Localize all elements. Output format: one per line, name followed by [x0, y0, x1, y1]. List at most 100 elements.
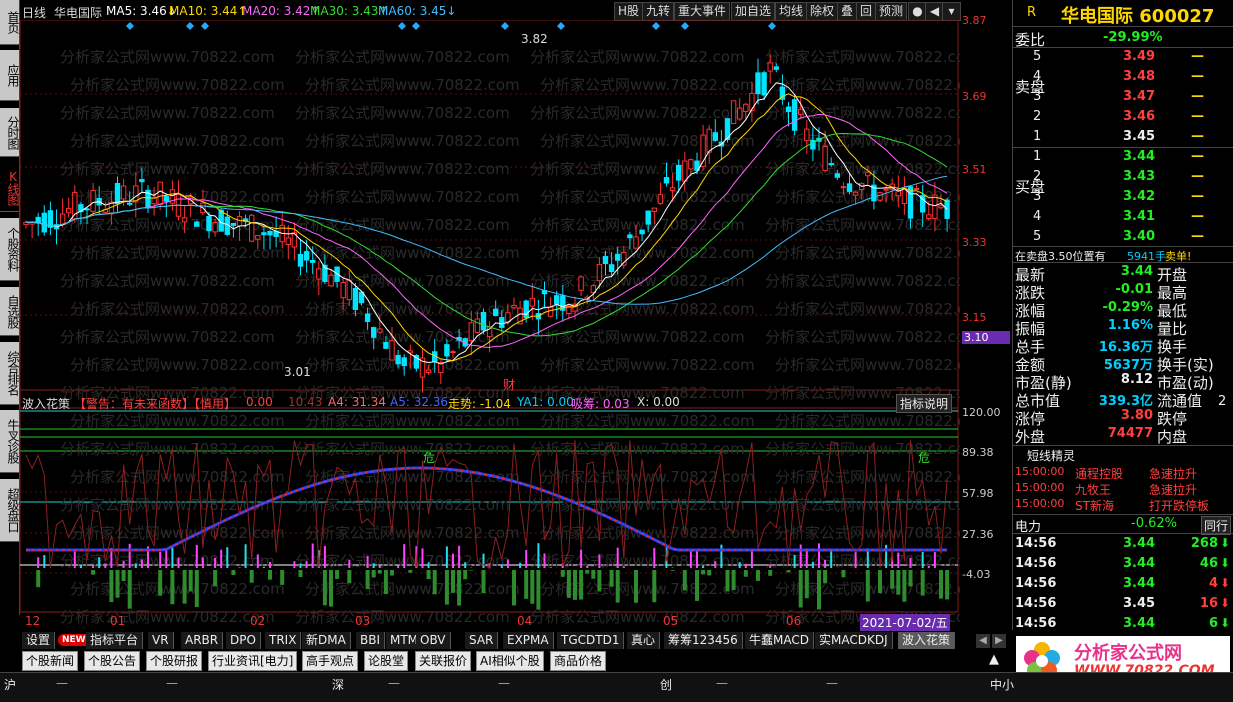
collapse-up-icon[interactable]: ▲ — [985, 652, 1003, 668]
indicator-tab[interactable]: 实MACDKDJ — [815, 632, 893, 649]
indicator-help-button[interactable]: 指标说明 — [896, 394, 953, 413]
back-button[interactable]: 回 — [856, 2, 877, 21]
candle-body — [578, 276, 584, 291]
indicator-bar-negative — [432, 570, 437, 595]
news-tab[interactable]: 个股公告 — [84, 651, 141, 671]
sh-index-label[interactable]: 沪 — [4, 676, 16, 693]
scroll-right-icon[interactable]: ▶ — [992, 634, 1006, 648]
indicator-bar-negative — [335, 570, 340, 579]
indicator-bar-negative — [597, 570, 602, 592]
indicator-tab[interactable]: 新DMA — [302, 632, 351, 649]
indicator-tab[interactable]: TRIX — [265, 632, 302, 649]
indicator-tab[interactable]: EXPMA — [503, 632, 554, 649]
watermark: 分析家公式网www.70822.com — [305, 524, 520, 542]
watermark: 分析家公式网www.70822.com — [70, 76, 285, 94]
hk-share-button[interactable]: H股 — [614, 2, 644, 21]
tab-watchlist[interactable]: 自选股 — [0, 287, 20, 336]
candle-body — [352, 287, 359, 310]
buy-volume: — — [1191, 189, 1204, 204]
logo-title: 分析家公式网 — [1074, 643, 1182, 664]
tab-kline[interactable]: K线图 — [0, 163, 20, 212]
buy-level: 4 — [1033, 209, 1042, 224]
forecast-button[interactable]: 预测 — [875, 2, 908, 21]
signal-diamond-icon — [681, 22, 689, 30]
indicator-tab[interactable]: 牛蠢MACD — [745, 632, 814, 649]
news-tab[interactable]: 论股堂 — [364, 651, 409, 671]
zxb-index-label[interactable]: 中小 — [990, 676, 1014, 693]
kline-chart[interactable]: 分析家公式网www.70822.com 分析家公式网www.70822.com 分析… — [20, 20, 960, 632]
ma60-value: MA60: 3.45↓ — [378, 4, 457, 18]
sprite-stock[interactable]: ST新海 — [1075, 497, 1114, 514]
indicator-tab[interactable]: SAR — [465, 632, 499, 649]
candle-body — [663, 177, 670, 184]
tab-app[interactable]: 应用 — [0, 50, 20, 101]
sz-index-label[interactable]: 深 — [332, 676, 344, 693]
chevron-down-icon[interactable]: ▾ — [942, 2, 961, 21]
scroll-left-icon[interactable]: ◀ — [976, 634, 990, 648]
news-tab[interactable]: 行业资讯[电力] — [208, 651, 298, 671]
sector-change: -0.62% — [1131, 516, 1177, 531]
candle-body — [822, 146, 828, 172]
finance-marker[interactable]: 财 — [503, 376, 515, 393]
major-events-button[interactable]: 重大事件 — [674, 2, 731, 21]
watermark: 分析家公式网www.70822.com — [540, 300, 755, 318]
tab-super-handicap[interactable]: 超级盘口 — [0, 479, 20, 542]
stat-value: 3.80 — [1120, 408, 1153, 423]
indicator-bar-negative — [329, 570, 333, 607]
tab-stock-info[interactable]: 个股资料 — [0, 218, 20, 281]
candle-body — [139, 179, 145, 183]
cy-index-label[interactable]: 创 — [660, 676, 672, 693]
indicator-bar-negative — [127, 570, 132, 609]
ex-rights-button[interactable]: 除权 — [806, 2, 839, 21]
add-watchlist-button[interactable]: 加自选 — [731, 2, 776, 21]
indicator-tab[interactable]: 波入花策 — [898, 632, 956, 649]
indicator-tab[interactable]: VR — [148, 632, 174, 649]
price-tick: 3.69 — [962, 90, 987, 103]
buy-level: 5 — [1033, 229, 1042, 244]
watermark: 分析家公式网www.70822.com — [305, 132, 520, 150]
candle-body — [523, 300, 529, 319]
tab-ranking[interactable]: 综合排名 — [0, 342, 20, 405]
indicator-bar-negative — [878, 570, 882, 594]
indicator-bar-negative — [817, 570, 821, 610]
sell-volume: — — [1191, 109, 1204, 124]
tab-home[interactable]: 首页 — [0, 0, 20, 45]
news-tab[interactable]: 商品价格 — [550, 651, 607, 671]
tab-diagnosis[interactable]: 牛叉诊股 — [0, 410, 20, 473]
sprite-stock[interactable]: 九牧王 — [1075, 481, 1111, 498]
ma-line-button[interactable]: 均线 — [775, 2, 808, 21]
indicator-tab[interactable]: TGCDTD1 — [557, 632, 625, 649]
candle-body — [206, 215, 212, 232]
watermark: 分析家公式网www.70822.com — [60, 440, 275, 458]
indicator-tab[interactable]: OBV — [416, 632, 451, 649]
cy-index-change: — — [826, 676, 838, 690]
signal-diamond-icon — [768, 22, 776, 30]
indicator-bar-negative — [609, 570, 614, 587]
indicator-tab[interactable]: ARBR — [181, 632, 224, 649]
news-tab[interactable]: 个股新闻 — [22, 651, 79, 671]
sprite-stock[interactable]: 通程控股 — [1075, 465, 1123, 482]
news-tab[interactable]: 个股研报 — [146, 651, 203, 671]
stat-label: 外盘 — [1015, 428, 1046, 446]
jiuzhuan-button[interactable]: 九转 — [642, 2, 675, 21]
indicator-tab[interactable]: 指标平台 — [86, 632, 144, 649]
news-tab[interactable]: 关联报价 — [415, 651, 472, 671]
sprite-event: 急速拉升 — [1149, 467, 1198, 481]
candle-body — [852, 191, 859, 196]
indicator-bar-negative — [890, 570, 895, 589]
indicator-bar-negative — [566, 570, 571, 598]
indicator-bar-negative — [579, 570, 584, 600]
indicator-tab[interactable]: BBI — [356, 632, 386, 649]
indicator-tab[interactable]: 真心 — [627, 632, 661, 649]
buy-price: 3.40 — [1123, 229, 1156, 244]
news-tab[interactable]: AI相似个股 — [476, 651, 544, 671]
news-tab[interactable]: 高手观点 — [302, 651, 359, 671]
indicator-tab[interactable]: 设置 — [22, 632, 56, 649]
candle-body — [285, 237, 292, 246]
tab-intraday[interactable]: 分时图 — [0, 108, 20, 157]
indicator-tab[interactable]: 筹筹123456 — [664, 632, 743, 649]
overlay-button[interactable]: 叠 — [837, 2, 858, 21]
sell-level: 4 — [1033, 69, 1042, 84]
indicator-tab[interactable]: DPO — [226, 632, 261, 649]
signal-diamond-icon — [126, 22, 134, 30]
